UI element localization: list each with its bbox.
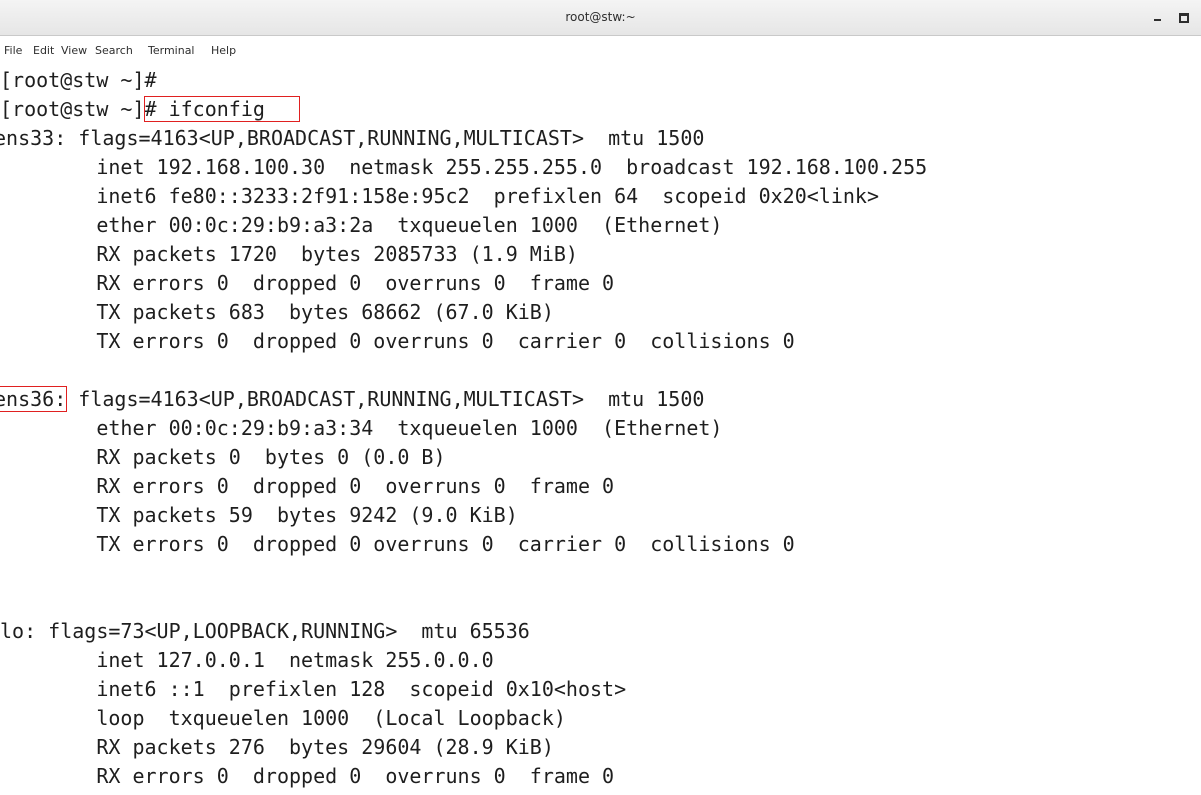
menu-edit[interactable]: Edit [33,44,54,57]
menu-view[interactable]: View [61,44,87,57]
terminal-line: TX errors 0 dropped 0 overruns 0 carrier… [0,329,795,353]
terminal-line: RX packets 276 bytes 29604 (28.9 KiB) [0,735,554,759]
terminal-line: RX errors 0 dropped 0 overruns 0 frame 0 [0,271,615,295]
command-ifconfig-highlight: # ifconfig [143,96,300,122]
terminal-output[interactable]: [root@stw ~]# [root@stw ~]# ifconfig ens… [0,62,1201,795]
terminal-line: ether 00:0c:29:b9:a3:2a txqueuelen 1000 … [0,213,723,237]
window-title: root@stw:~ [565,10,636,24]
interface-ens36-highlight: ens36: [0,386,68,412]
terminal-line: lo: flags=73<UP,LOOPBACK,RUNNING> mtu 65… [0,619,530,643]
menu-search[interactable]: Search [95,44,133,57]
window-titlebar[interactable]: root@stw:~ [0,0,1201,36]
maximize-icon[interactable] [1175,8,1193,26]
menu-terminal[interactable]: Terminal [148,44,195,57]
terminal-line: inet 192.168.100.30 netmask 255.255.255.… [0,155,928,179]
terminal-line: inet6 ::1 prefixlen 128 scopeid 0x10<hos… [0,677,627,701]
menu-bar: File Edit View Search Terminal Help [0,37,1201,61]
menu-file[interactable]: File [4,44,22,57]
terminal-line: [root@stw ~]# [0,68,157,92]
prompt: [root@stw ~] [0,97,145,121]
terminal-line: TX errors 0 dropped 0 overruns 0 carrier… [0,532,795,556]
terminal-line: RX errors 0 dropped 0 overruns 0 frame 0 [0,764,615,788]
menu-help[interactable]: Help [211,44,236,57]
terminal-line: inet6 fe80::3233:2f91:158e:95c2 prefixle… [0,184,879,208]
terminal-line: loop txqueuelen 1000 (Local Loopback) [0,706,566,730]
terminal-line: RX packets 1720 bytes 2085733 (1.9 MiB) [0,242,578,266]
terminal-line: RX packets 0 bytes 0 (0.0 B) [0,445,446,469]
minimize-icon[interactable] [1149,8,1167,26]
terminal-line: ens33: flags=4163<UP,BROADCAST,RUNNING,M… [0,126,705,150]
terminal-line: RX errors 0 dropped 0 overruns 0 frame 0 [0,474,615,498]
terminal-line: ether 00:0c:29:b9:a3:34 txqueuelen 1000 … [0,416,723,440]
terminal-line: [root@stw ~]# ifconfig [0,95,300,124]
terminal-line: TX packets 59 bytes 9242 (9.0 KiB) [0,503,518,527]
terminal-line: inet 127.0.0.1 netmask 255.0.0.0 [0,648,494,672]
terminal-line: ens36: flags=4163<UP,BROADCAST,RUNNING,M… [0,385,704,414]
terminal-line: TX packets 683 bytes 68662 (67.0 KiB) [0,300,554,324]
